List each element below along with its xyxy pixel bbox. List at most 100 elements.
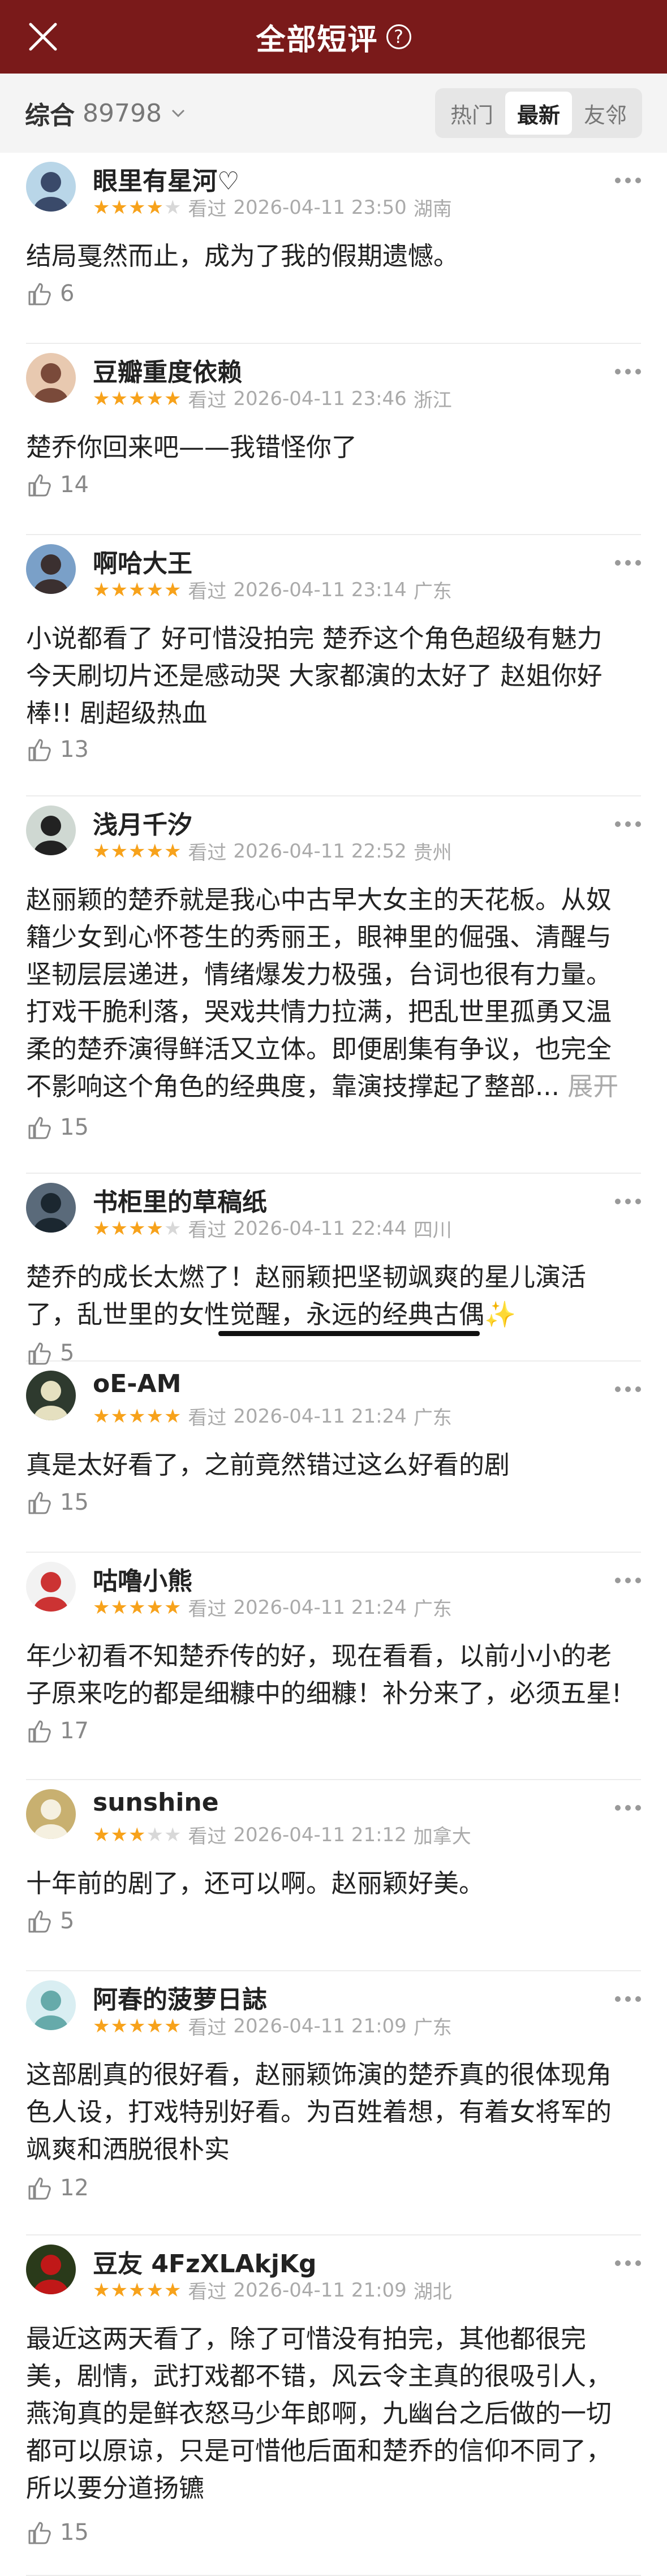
like-button[interactable]: 5: [26, 1907, 74, 1935]
help-icon[interactable]: ?: [386, 24, 411, 49]
review-item[interactable]: 啊哈大王 ★ ★ ★ ★ ★ 看过 2026-04-11 23:14 广东 小说都看了 好可惜没拍…: [26, 535, 641, 796]
like-button[interactable]: 15: [26, 1488, 89, 1517]
star-icon: ★: [146, 2014, 163, 2037]
like-count: 15: [60, 1114, 89, 1140]
reviewer-name[interactable]: 浅月千汐: [93, 804, 192, 841]
thumbs-up-icon: [28, 1910, 51, 1933]
like-count: 13: [60, 736, 89, 763]
avatar[interactable]: [26, 1980, 76, 2030]
handwritten-underline: [218, 1331, 480, 1336]
star-icon: ★: [110, 1405, 128, 1428]
review-location: 广东: [413, 1598, 452, 1621]
review-text: 十年前的剧了，还可以啊。赵丽颖好美。: [26, 1865, 641, 1902]
like-button[interactable]: 15: [26, 1113, 89, 1141]
star-icon: ★: [110, 578, 128, 601]
reviewer-name[interactable]: 豆瓣重度依赖: [93, 352, 242, 388]
rating-stars: ★ ★ ★ ★ ★: [93, 580, 181, 600]
tab-friends[interactable]: 友邻: [572, 92, 639, 135]
avatar[interactable]: [26, 805, 76, 855]
reviewer-name[interactable]: 阿春的菠萝日誌: [93, 1979, 267, 2015]
star-icon: ★: [146, 1405, 163, 1428]
star-icon: ★: [128, 1217, 146, 1240]
like-button[interactable]: 14: [26, 471, 89, 499]
header-bar: 全部短评 ?: [0, 0, 667, 74]
avatar[interactable]: [26, 1562, 76, 1612]
reviewer-name[interactable]: 书柜里的草稿纸: [93, 1182, 267, 1218]
reviewer-name[interactable]: 咕噜小熊: [93, 1561, 192, 1597]
more-icon[interactable]: [615, 1578, 641, 1583]
like-button[interactable]: 12: [26, 2174, 89, 2202]
avatar[interactable]: [26, 162, 76, 212]
more-icon[interactable]: [615, 1996, 641, 2002]
star-icon: ★: [110, 1217, 128, 1240]
review-line: 真是太好看了，之前竟然错过这么好看的剧: [26, 1450, 510, 1480]
more-icon[interactable]: [615, 178, 641, 183]
sort-label: 综合: [25, 101, 75, 130]
tab-latest[interactable]: 最新: [505, 92, 572, 135]
review-item[interactable]: 豆瓣重度依赖 ★ ★ ★ ★ ★ 看过 2026-04-11 23:46 浙江 楚乔你回来吧——我…: [26, 344, 641, 535]
star-icon: ★: [128, 1405, 146, 1428]
reviewer-name[interactable]: oE-AM: [93, 1369, 181, 1398]
review-location: 贵州: [413, 842, 452, 864]
review-line: 所以要分道扬镳: [26, 2473, 205, 2503]
thumbs-up-icon: [28, 283, 51, 305]
more-icon[interactable]: [615, 821, 641, 827]
avatar[interactable]: [26, 1789, 76, 1839]
review-line: 今天刷切片还是感动哭 大家都演的太好了 赵姐你好: [26, 661, 603, 691]
more-icon[interactable]: [615, 1386, 641, 1392]
star-icon: ★: [146, 196, 163, 219]
like-button[interactable]: 13: [26, 735, 89, 764]
review-item[interactable]: 眼里有星河♡ ★ ★ ★ ★ ★ 看过 2026-04-11 23:50 湖南 结局戛然而止，成为…: [26, 153, 641, 344]
review-line: 赵丽颖的楚乔就是我心中古早大女主的天花板。从奴: [26, 885, 612, 915]
more-icon[interactable]: [615, 560, 641, 566]
review-meta: ★ ★ ★ ★ ★ 看过 2026-04-11 21:12 加拿大: [93, 1821, 471, 1849]
expand-link[interactable]: 展开: [567, 1071, 618, 1101]
more-icon[interactable]: [615, 1199, 641, 1204]
review-text: 结局戛然而止，成为了我的假期遗憾。: [26, 238, 641, 275]
like-button[interactable]: 6: [26, 279, 74, 308]
star-icon: ★: [146, 1596, 163, 1619]
review-item[interactable]: 书柜里的草稿纸 ★ ★ ★ ★ ★ 看过 2026-04-11 22:44 四川 楚乔的成长太燃了…: [26, 1174, 641, 1366]
star-icon: ★: [163, 387, 182, 410]
avatar[interactable]: [26, 2245, 76, 2294]
more-icon[interactable]: [615, 2260, 641, 2266]
more-icon[interactable]: [615, 1805, 641, 1811]
star-icon: ★: [110, 839, 128, 863]
review-line: 色人设，打戏特别好看。为百姓着想，有着女将军的: [26, 2097, 612, 2127]
tab-hot[interactable]: 热门: [438, 92, 505, 135]
review-item[interactable]: 咕噜小熊 ★ ★ ★ ★ ★ 看过 2026-04-11 21:24 广东 年少初看不知楚乔传的好…: [26, 1553, 641, 1780]
review-item[interactable]: sunshine ★ ★ ★ ★ ★ 看过 2026-04-11 21:12 加拿大十年前的剧了…: [26, 1780, 641, 1971]
star-icon: ★: [93, 2014, 110, 2037]
like-button[interactable]: 17: [26, 1717, 89, 1745]
star-icon: ★: [146, 2278, 163, 2302]
reviewer-name[interactable]: 豆友 4FzXLAkjKg: [93, 2243, 317, 2280]
star-icon: ★: [110, 196, 128, 219]
review-line: 燕洵真的是鲜衣怒马少年郎啊，九幽台之后做的一切: [26, 2398, 612, 2428]
review-location: 加拿大: [413, 1825, 471, 1848]
review-line: 子原来吃的都是细糠中的细糠！补分来了，必须五星!: [26, 1678, 622, 1708]
review-item[interactable]: 豆友 4FzXLAkjKg ★ ★ ★ ★ ★ 看过 2026-04-11 21:09 湖北 最近…: [26, 2235, 641, 2576]
avatar[interactable]: [26, 544, 76, 594]
star-icon: ★: [163, 2278, 182, 2302]
thumbs-up-icon: [28, 474, 51, 497]
review-item[interactable]: 阿春的菠萝日誌 ★ ★ ★ ★ ★ 看过 2026-04-11 21:09 广东 这部剧真的很好看…: [26, 1971, 641, 2235]
star-icon: ★: [128, 2014, 146, 2037]
reviewer-name[interactable]: sunshine: [93, 1788, 219, 1817]
avatar[interactable]: [26, 1183, 76, 1233]
review-time: 2026-04-11 23:46: [233, 387, 407, 410]
like-count: 5: [60, 1908, 75, 1934]
avatar[interactable]: [26, 353, 76, 403]
more-icon[interactable]: [615, 369, 641, 374]
review-item[interactable]: oE-AM ★ ★ ★ ★ ★ 看过 2026-04-11 21:24 广东 真是太好看了，之前竟…: [26, 1362, 641, 1553]
review-item[interactable]: 浅月千汐 ★ ★ ★ ★ ★ 看过 2026-04-11 22:52 贵州 赵丽颖的楚乔就是我心中…: [26, 796, 641, 1174]
reviewer-name[interactable]: 眼里有星河♡: [93, 161, 239, 197]
sort-dropdown[interactable]: 综合 89798: [25, 95, 187, 131]
review-time: 2026-04-11 21:24: [233, 1405, 407, 1428]
close-icon[interactable]: [25, 19, 61, 55]
review-watched: 看过: [188, 1825, 227, 1848]
like-button[interactable]: 15: [26, 2518, 89, 2547]
avatar[interactable]: [26, 1371, 76, 1420]
reviewer-name[interactable]: 啊哈大王: [93, 543, 192, 579]
star-icon: ★: [110, 387, 128, 410]
review-meta: ★ ★ ★ ★ ★ 看过 2026-04-11 21:24 广东: [93, 1593, 452, 1621]
